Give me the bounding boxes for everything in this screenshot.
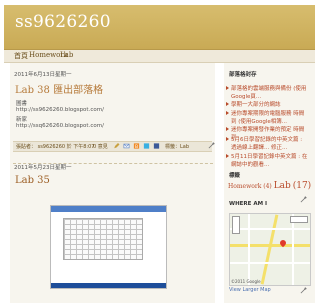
post-body-line: 新家 [16,117,28,123]
label-lab-count: (17) [292,181,312,191]
expand-arrow-icon[interactable] [226,137,229,141]
email-icon[interactable] [123,143,130,149]
wrench-icon[interactable] [300,287,307,294]
map-type-toggle[interactable] [290,216,308,223]
map-road [260,214,279,285]
view-larger-map-link[interactable]: View Larger Map [229,287,271,293]
wrench-icon[interactable] [208,142,215,149]
archive-item[interactable]: 部落格的雲端服務與備份 (使用Google頁... [231,84,309,100]
archive-item[interactable]: 迷你專案期限的電腦服務 時間到 (使用Google相簿... [231,109,309,125]
comments-link[interactable]: 0 意見 [93,143,108,150]
wrench-icon[interactable] [300,196,307,203]
twitter-icon[interactable] [143,143,150,149]
map-copyright: ©2011 Google [231,279,261,284]
post-date: 2011年6月13日星期一 [14,72,72,78]
archive-item[interactable]: 5月11日學習記錄中英文篇 : 在網誌中的觀看... [231,152,309,168]
facebook-icon[interactable] [153,143,160,149]
blog-page: ss9626260 首頁 Homework Lab 2011年6月13日星期一 … [0,0,320,303]
nav-bar: 首頁 Homework Lab [4,50,315,63]
map-road [292,214,294,285]
screenshot-spreadsheet [63,218,143,260]
map-road [230,262,310,264]
screenshot-titlebar [51,206,166,212]
pencil-icon[interactable] [113,143,120,149]
embedded-map[interactable]: ©2011 Google [229,213,311,286]
blog-header: ss9626260 [4,5,315,50]
post-screenshot-image[interactable] [50,205,167,289]
post-labels[interactable]: 標籤：Lab [165,143,189,150]
map-road [248,214,250,285]
archive-item[interactable]: 學期一大部分的網誌 [231,100,309,108]
post-title[interactable]: Lab 38 匯出部落格 [15,81,103,96]
expand-arrow-icon[interactable] [226,127,229,131]
post-title[interactable]: Lab 35 [15,175,50,186]
post-body-link[interactable]: http://ssq626260.blogspot.com/ [16,123,104,129]
expand-arrow-icon[interactable] [226,111,229,115]
post-meta: 張貼者： ss9626260 於 下午8:07 [16,144,95,150]
blogthis-icon[interactable]: B [133,143,140,149]
labels-cloud: Homework (4) Lab (17) [228,181,311,191]
map-zoom-control[interactable] [232,216,240,234]
map-heading: WHERE AM I [229,201,268,207]
expand-arrow-icon[interactable] [226,154,229,158]
nav-home[interactable]: 首頁 [14,51,28,61]
blog-title[interactable]: ss9626260 [15,12,111,32]
labels-heading: 標籤 [229,173,241,179]
label-lab[interactable]: Lab [274,181,291,191]
archive-item[interactable]: 5月6日學習記錄的中英文篇 : 透過線上翻譯... 修正... [231,135,309,151]
svg-text:B: B [135,144,138,149]
post-date: 2011年5月23日星期一 [14,165,72,171]
archive-heading: 部落格封存 [229,72,257,78]
nav-lab[interactable]: Lab [60,51,73,59]
post-body-link[interactable]: http://ss9626260.blogspot.com/ [16,107,104,113]
expand-arrow-icon[interactable] [226,86,229,90]
label-homework[interactable]: Homework [228,183,261,190]
screenshot-taskbar [51,283,166,288]
post-body-line: 圖書 [16,101,28,107]
label-homework-count: (4) [263,183,272,190]
map-road [230,228,310,230]
expand-arrow-icon[interactable] [226,102,229,106]
post-footer: 張貼者： ss9626260 於 下午8:07 0 意見 B 標籤：Lab [13,141,212,152]
